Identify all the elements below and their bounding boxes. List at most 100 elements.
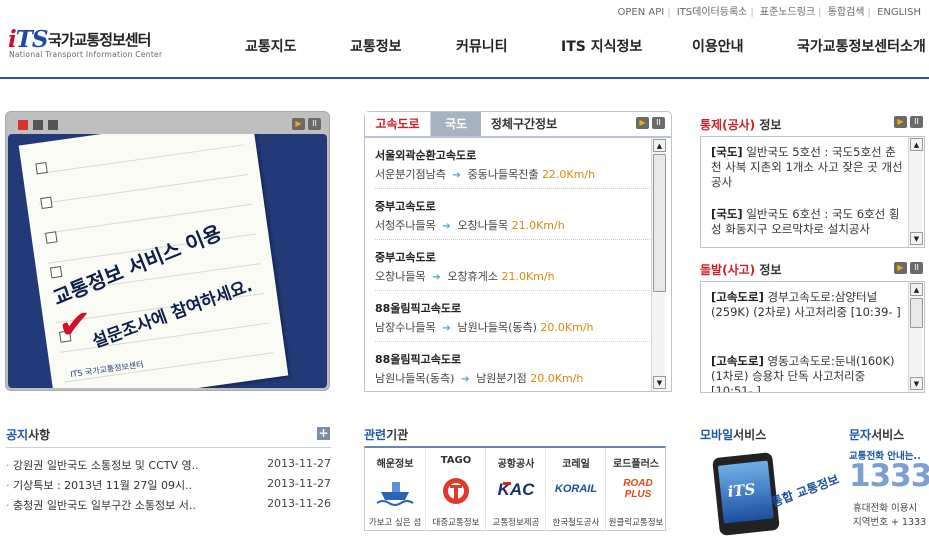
scroll-down-icon[interactable]: ▼ [653,376,666,389]
traffic-row[interactable]: 88올림픽고속도로 남장수나들목 ➔ 남원나들목(동측) 20.0Km/h [375,291,650,342]
nav-its-knowledge[interactable]: ITS 지식정보 [561,36,642,56]
control-item[interactable]: [국도] 일반국도 5호선 : 국도5호선 춘천 사북 지촌외 1개소 사고 잦… [711,145,903,190]
section-from: 오창나들목 [375,270,426,283]
road-name: 서울외곽순환고속도로 [375,149,477,162]
speed-value: 20.0Km/h [530,372,584,385]
tab-expressway[interactable]: 고속도로 [365,112,431,137]
integrated-search-link[interactable]: 통합검색 [828,7,865,18]
banner-indicator-3[interactable] [48,120,58,130]
nav-about-center[interactable]: 국가교통정보센터소개 [797,36,926,56]
control-pause-icon[interactable]: II [910,116,923,128]
notice-more-icon[interactable]: + [317,427,330,440]
nav-usage-guide[interactable]: 이용안내 [692,36,744,56]
accident-pause-icon[interactable]: II [910,262,923,274]
section-to: 남원분기점 [476,372,527,385]
sms-title: 문자서비스 [849,428,905,442]
standard-node-link[interactable]: 표준노드링크 [760,7,815,18]
road-name: 중부고속도로 [375,251,436,264]
notice-item[interactable]: · 기상특보 : 2013년 11월 27일 09시.. 2013-11-27 [6,477,331,493]
speed-value: 21.0Km/h [511,219,565,232]
traffic-pause-icon[interactable]: II [652,117,665,129]
notice-date: 2013-11-27 [267,457,331,470]
sms-line2: 휴대전화 이용시 [853,503,918,514]
banner-indicator-2[interactable] [33,120,43,130]
korail-logo-icon: KORAIL [554,483,598,495]
banner-pause-icon[interactable]: II [308,118,321,130]
accident-info-list: [고속도로] 경부고속도로:삼양터널(259K) (2차로) 사고처리중 [10… [700,281,925,393]
org-korail[interactable]: 코레일 KORAIL 한국철도공사 [545,448,605,531]
scroll-down-icon[interactable]: ▼ [910,377,923,390]
open-api-link[interactable]: OPEN API [617,7,664,18]
nav-community[interactable]: 커뮤니티 [456,36,508,56]
sms-line3: 지역번호 + 1333 [853,517,927,528]
traffic-list: 서울외곽순환고속도로 서운분기점남측 ➔ 중동나들목진출 22.0Km/h 중부… [364,136,672,392]
control-play-icon[interactable]: ▶ [894,116,907,128]
section-to: 오창나들목 [457,219,509,232]
control-info-list: [국도] 일반국도 5호선 : 국도5호선 춘천 사북 지촌외 1개소 사고 잦… [700,136,925,248]
nav-traffic-info[interactable]: 교통정보 [350,36,402,56]
survey-banner[interactable]: ▶ II 교통정보 서비스 이용 설문조사에 참여하세요. ✔ ITS 국가교통… [5,111,330,391]
traffic-play-icon[interactable]: ▶ [636,117,649,129]
org-roadplus[interactable]: 로드플러스 ROAD PLUS 원클릭교통정보 [605,448,665,531]
speed-value: 21.0Km/h [501,270,555,283]
banner-indicator-1[interactable] [18,120,28,130]
tab-national-road[interactable]: 국도 [431,112,481,137]
traffic-scrollbar[interactable]: ▲ ▼ [651,138,666,391]
scroll-up-icon[interactable]: ▲ [653,139,666,152]
traffic-row[interactable]: 중부고속도로 오창나들목 ➔ 오창휴게소 21.0Km/h [375,240,650,291]
scroll-up-icon[interactable]: ▲ [910,138,923,151]
mobile-banner[interactable]: iTS 통합 교통정보 [702,447,841,536]
checkbox-icon [35,161,48,175]
checkbox-icon [45,231,58,244]
org-tago[interactable]: TAGO 대중교통정보 [425,448,485,531]
traffic-row[interactable]: 88올림픽고속도로 남원나들목(동측) ➔ 남원분기점 20.0Km/h [375,342,650,393]
scroll-down-icon[interactable]: ▼ [910,232,923,245]
roadplus-logo-icon: ROAD PLUS [623,478,653,500]
control-item[interactable]: [국도] 일반국도 6호선 : 국도 6호선 횡성 화동지구 오르막차로 설치공… [711,207,903,237]
section-from: 서운분기점남측 [375,168,446,181]
utility-links: OPEN API | ITS데이터등록소 | 표준노드링크 | 통합검색 | ENGLI… [617,7,921,18]
accident-info-title: 돌발(사고) 정보 [700,263,782,277]
notice-title: 공지사항 [6,428,51,442]
arrow-right-icon: ➔ [457,374,473,385]
related-title: 관련기관 [364,428,409,442]
scroll-up-icon[interactable]: ▲ [910,283,923,296]
notice-date: 2013-11-27 [267,477,331,490]
notice-item[interactable]: · 충청권 일반국도 일부구간 소통정보 서.. 2013-11-26 [6,497,331,513]
section-to: 중동나들목진출 [467,168,539,181]
accident-play-icon[interactable]: ▶ [894,262,907,274]
scroll-thumb[interactable] [910,298,923,328]
ship-logo-icon [365,474,425,508]
english-link[interactable]: ENGLISH [877,7,921,18]
road-name: 중부고속도로 [375,200,436,213]
arrow-right-icon: ➔ [439,323,454,334]
arrow-right-icon: ➔ [429,272,444,283]
road-name: 88올림픽고속도로 [375,353,462,366]
nav-traffic-map[interactable]: 교통지도 [245,36,297,56]
accident-item[interactable]: [고속도로] 영동고속도로:둔내(160K) (1차로) 승용차 단독 사고처리… [711,354,903,392]
notice-item[interactable]: · 강원권 일반국도 소통정보 및 CCTV 영.. 2013-11-27 [6,457,331,473]
section-from: 남원나들목(동측) [375,372,455,385]
checkbox-icon [49,265,63,279]
notice-date: 2013-11-26 [267,497,331,510]
notice-divider [6,447,331,448]
traffic-tabs: 고속도로 국도 정체구간정보 ▶ II [364,111,672,137]
road-name: 88올림픽고속도로 [375,302,462,315]
traffic-row[interactable]: 서울외곽순환고속도로 서운분기점남측 ➔ 중동나들목진출 22.0Km/h [375,138,650,189]
mobile-title: 모바일서비스 [700,428,767,442]
accident-item[interactable]: [고속도로] 경부고속도로:삼양터널(259K) (2차로) 사고처리중 [10… [711,290,903,320]
accident-scrollbar[interactable]: ▲ ▼ [908,282,923,392]
section-to: 남원나들목(동측) [457,321,537,334]
tago-logo-icon [426,474,486,508]
org-airport[interactable]: 공항공사 KAC 교통정보제공 [485,448,545,531]
scroll-thumb[interactable] [653,154,666,292]
its-data-link[interactable]: ITS데이터등록소 [677,7,748,18]
tab-congestion[interactable]: 정체구간정보 [483,112,565,137]
related-orgs: 해운정보 가보고 싶은 섬 TAGO 대중교통정보 공항공사 KAC 교통정보제… [364,446,666,531]
banner-play-icon[interactable]: ▶ [292,118,305,130]
control-scrollbar[interactable]: ▲ ▼ [908,137,923,247]
org-maritime[interactable]: 해운정보 가보고 싶은 섬 [365,448,425,531]
arrow-right-icon: ➔ [439,221,454,232]
main-nav: 교통지도 교통정보 커뮤니티 ITS 지식정보 이용안내 국가교통정보센터소개 [0,36,929,56]
traffic-row[interactable]: 중부고속도로 서청주나들목 ➔ 오창나들목 21.0Km/h [375,189,650,240]
